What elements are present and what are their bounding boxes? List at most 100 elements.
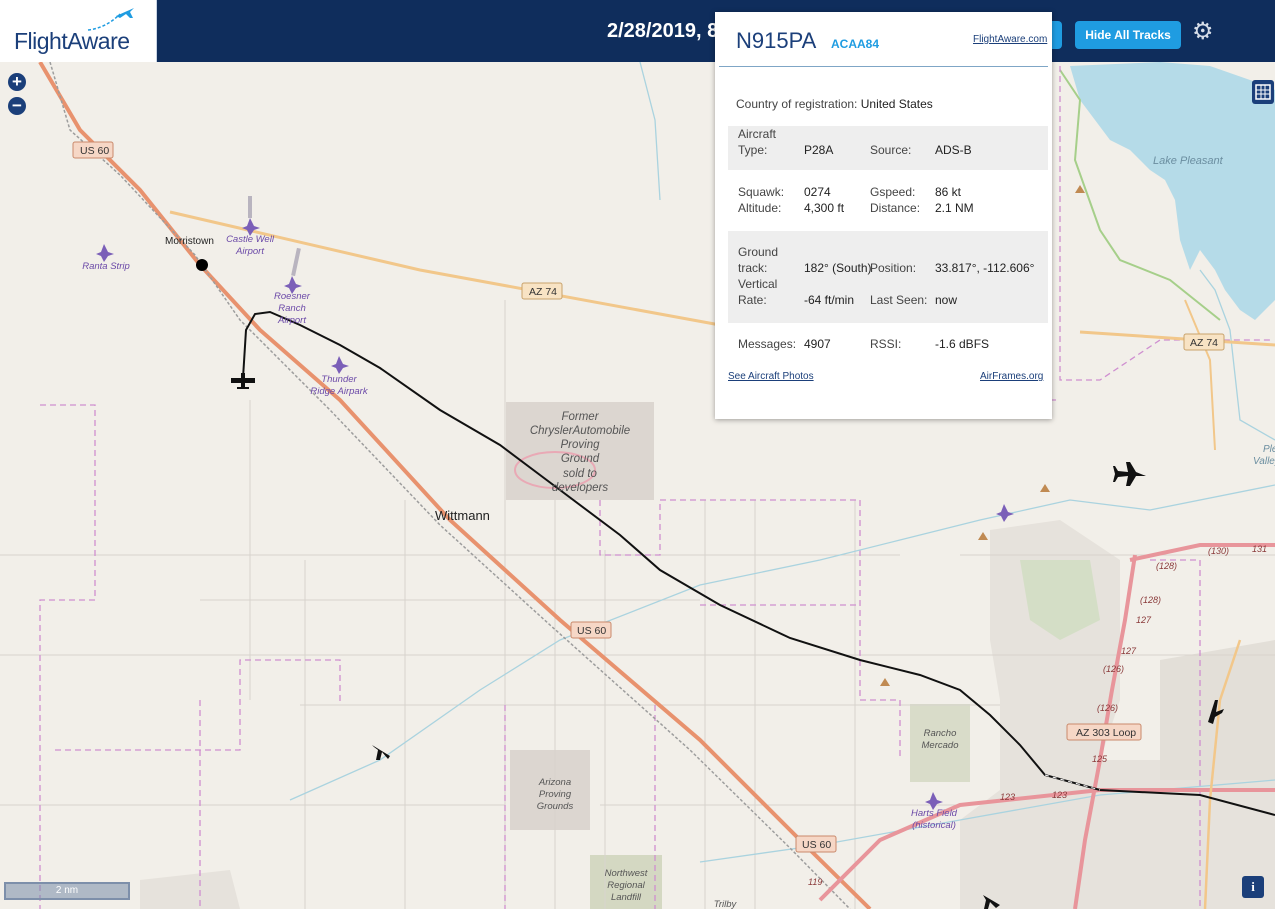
- layers-grid-icon[interactable]: [1252, 80, 1274, 104]
- arizona-pg-label-2: Proving: [539, 789, 572, 800]
- az303-loop-label: AZ 303 Loop: [1076, 727, 1136, 739]
- distance-label: Distance:: [870, 201, 921, 215]
- roesner-label-1: Roesner: [274, 291, 311, 302]
- harts-field-label-2: (historical): [912, 820, 956, 831]
- route-128-label-b: (128): [1156, 561, 1177, 571]
- aircraft-type-value: P28A: [804, 143, 834, 157]
- landfill-label-3: Landfill: [611, 892, 642, 903]
- chrysler-label-3: Proving: [561, 439, 601, 451]
- country-row: Country of registration: United States: [736, 97, 933, 111]
- aircraft-type-label-1: Aircraft: [738, 127, 777, 141]
- source-label: Source:: [870, 143, 912, 157]
- az74-label-east: AZ 74: [1190, 337, 1218, 349]
- map-canvas[interactable]: US 60 AZ 74 US 60 US 60 AZ 74 AZ 303 Loo…: [0, 62, 1275, 909]
- source-value: ADS-B: [935, 143, 972, 157]
- route-126-label-b: (126): [1103, 664, 1124, 674]
- us60-label-middle: US 60: [577, 625, 606, 637]
- vertical-rate-label-2: Rate:: [738, 293, 767, 307]
- messages-label: Messages:: [738, 337, 797, 351]
- aircraft-callsign: ACAA84: [831, 37, 880, 51]
- gspeed-value: 86 kt: [935, 185, 962, 199]
- brand-name: FlightAware: [14, 28, 130, 54]
- rssi-label: RSSI:: [870, 337, 902, 351]
- arizona-pg-label-3: Grounds: [537, 801, 574, 812]
- zoom-in-button[interactable]: +: [8, 73, 26, 91]
- settings-gear-icon[interactable]: ⚙: [1192, 20, 1214, 44]
- arizona-pg-label-1: Arizona: [538, 777, 571, 788]
- chrysler-label-2: ChryslerAutomobile: [530, 425, 630, 437]
- aircraft-type-row: Aircraft Type: P28A Source: ADS-B: [728, 126, 1048, 170]
- ground-track-label-1: Ground: [738, 245, 779, 259]
- popup-header: N915PA ACAA84 FlightAware.com: [719, 12, 1048, 67]
- landfill-label-1: Northwest: [605, 868, 648, 879]
- route-123-label-b: 123: [1052, 790, 1067, 800]
- wittmann-label: Wittmann: [435, 508, 490, 523]
- country-value: United States: [860, 97, 933, 111]
- squawk-value: 0274: [804, 185, 831, 199]
- chrysler-label-1: Former: [561, 411, 599, 423]
- zoom-out-button[interactable]: −: [8, 97, 26, 115]
- map-scale-bar: 2 nm: [4, 882, 130, 900]
- distance-value: 2.1 NM: [935, 201, 974, 215]
- thunder-ridge-label-2: Ridge Airpark: [310, 386, 368, 397]
- ranta-strip-label: Ranta Strip: [82, 261, 130, 272]
- altitude-label: Altitude:: [738, 201, 782, 215]
- position-value: 33.817°, -112.606°: [935, 261, 1035, 275]
- chrysler-label-5: sold to: [563, 468, 597, 480]
- lake-pleasant-label: Lake Pleasant: [1153, 155, 1224, 167]
- morristown-label: Morristown: [165, 236, 214, 247]
- roesner-label-2: Ranch: [278, 303, 305, 314]
- track-position-row: Ground track: 182° (South) Position: 33.…: [728, 231, 1048, 323]
- castle-well-label-1: Castle Well: [226, 234, 275, 245]
- aircraft-origin-dot: [196, 259, 208, 271]
- route-127-label-b: 127: [1136, 615, 1152, 625]
- chrysler-label-4: Ground: [561, 453, 600, 465]
- info-icon[interactable]: i: [1242, 876, 1264, 898]
- route-127-label-a: 127: [1121, 646, 1137, 656]
- airframes-link[interactable]: AirFrames.org: [980, 371, 1043, 382]
- us60-label-north: US 60: [80, 145, 109, 157]
- last-seen-label: Last Seen:: [870, 293, 928, 307]
- flightaware-logo[interactable]: FlightAware: [0, 0, 157, 62]
- harts-field-label-1: Harts Field: [911, 808, 958, 819]
- pleasant-valley-label-1: Ple: [1263, 444, 1275, 455]
- chrysler-label-6: developers: [552, 482, 609, 494]
- aircraft-info-popup: N915PA ACAA84 FlightAware.com Country of…: [715, 12, 1052, 419]
- see-aircraft-photos-link[interactable]: See Aircraft Photos: [728, 371, 814, 382]
- position-label: Position:: [870, 261, 917, 275]
- squawk-label: Squawk:: [738, 185, 785, 199]
- route-125-label: 125: [1092, 754, 1108, 764]
- messages-value: 4907: [804, 337, 831, 351]
- trilby-label: Trilby: [714, 899, 738, 909]
- gspeed-label: Gspeed:: [870, 185, 916, 199]
- route-123-label-a: 123: [1000, 792, 1015, 802]
- thunder-ridge-label-1: Thunder: [321, 374, 357, 385]
- altitude-value: 4,300 ft: [804, 201, 845, 215]
- messages-rssi-row: Messages: 4907 RSSI: -1.6 dBFS: [728, 336, 1048, 356]
- us60-label-south: US 60: [802, 839, 831, 851]
- header-timestamp: 2/28/2019, 8: [607, 20, 719, 42]
- pleasant-valley-label-2: Valley: [1253, 456, 1275, 467]
- rancho-mercado-label-2: Mercado: [922, 740, 959, 751]
- flightaware-link[interactable]: FlightAware.com: [973, 34, 1047, 45]
- route-130-label: (130): [1208, 546, 1229, 556]
- hide-all-tracks-button[interactable]: Hide All Tracks: [1075, 21, 1181, 49]
- last-seen-value: now: [935, 293, 958, 307]
- landfill-label-2: Regional: [607, 880, 645, 891]
- country-label: Country of registration:: [736, 97, 858, 111]
- ground-track-value: 182° (South): [804, 261, 872, 275]
- aircraft-type-label-2: Type:: [738, 143, 768, 157]
- rssi-value: -1.6 dBFS: [935, 337, 990, 351]
- squawk-altitude-row: Squawk: 0274 Gspeed: 86 kt Altitude: 4,3…: [728, 184, 1048, 220]
- aircraft-ident: N915PA: [736, 28, 817, 53]
- route-126-label-a: (126): [1097, 703, 1118, 713]
- roesner-label-3: Airport: [277, 315, 306, 326]
- route-128-label-a: (128): [1140, 595, 1161, 605]
- castle-well-label-2: Airport: [235, 246, 264, 257]
- route-119-label: 119: [808, 877, 822, 887]
- vertical-rate-label-1: Vertical: [738, 277, 778, 291]
- top-header-bar: FlightAware 2/28/2019, 8 Hide All Tracks…: [0, 0, 1275, 62]
- ground-track-label-2: track:: [738, 261, 768, 275]
- az74-label-west: AZ 74: [529, 286, 557, 298]
- vertical-rate-value: -64 ft/min: [804, 293, 855, 307]
